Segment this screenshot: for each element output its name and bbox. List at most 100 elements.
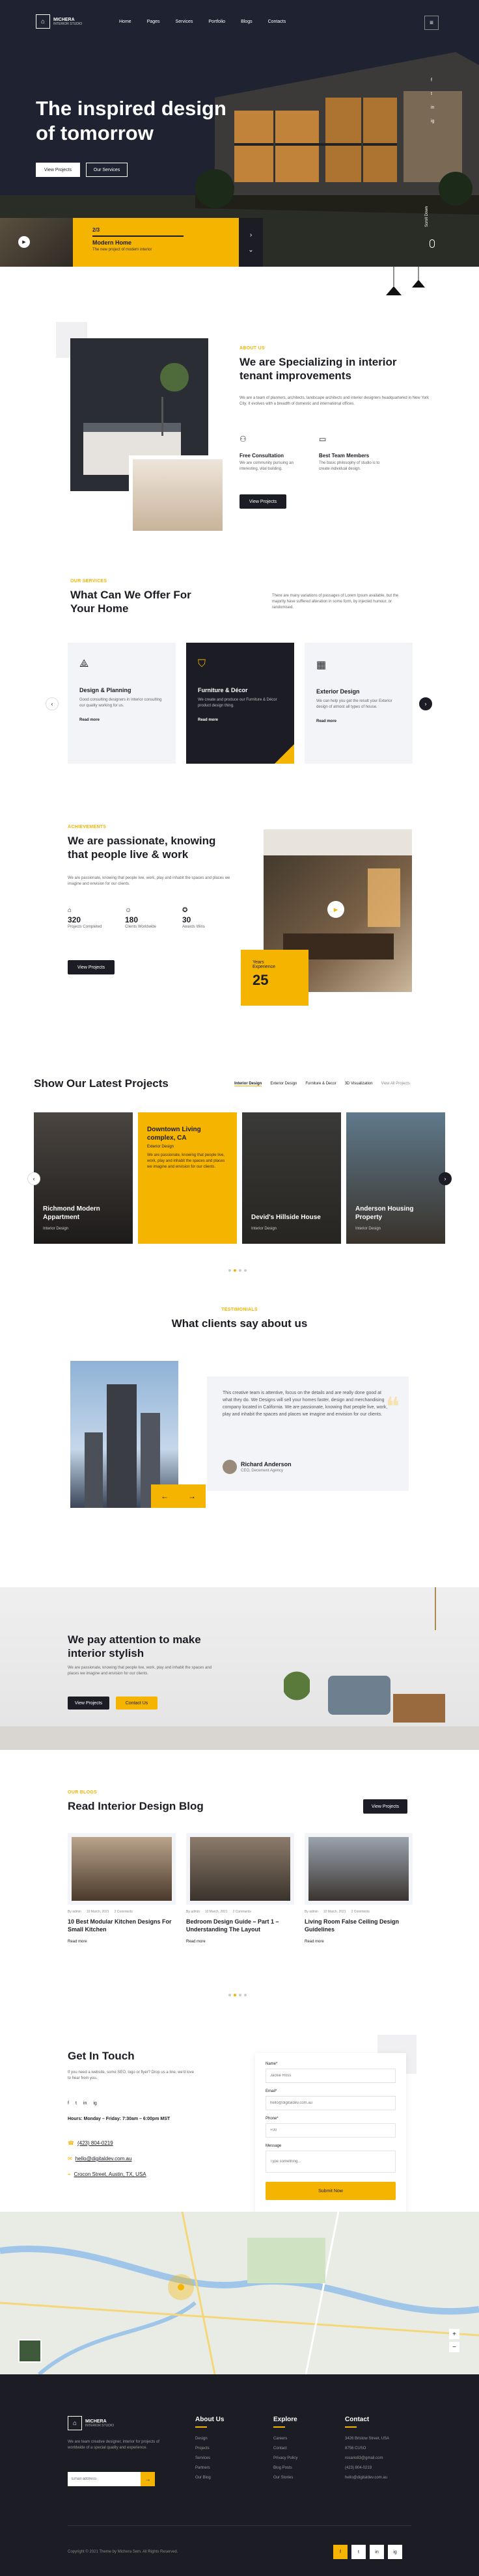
footer-link[interactable]: Our Blog (195, 2476, 211, 2480)
footer-link[interactable]: Privacy Policy (273, 2456, 297, 2460)
filter-3d[interactable]: 3D Visualization (345, 1082, 373, 1086)
projects-prev-button[interactable]: ‹ (27, 1172, 40, 1185)
footer-logo[interactable]: ⌂ MICHERA INTERIOR STUDIO (68, 2416, 114, 2430)
hero-slide-thumbnail[interactable]: ▶ (0, 218, 73, 267)
service-card-link[interactable]: Read more (316, 719, 401, 723)
service-card-link[interactable]: Read more (198, 718, 282, 722)
footer-link[interactable]: Services (195, 2456, 211, 2460)
footer-link[interactable]: Careers (273, 2437, 297, 2441)
footer-link[interactable]: Design (195, 2437, 211, 2441)
project-sub: Interior Design (251, 1227, 277, 1231)
footer-contact-line[interactable]: rosario83@gmail.com (345, 2456, 389, 2460)
service-card-furniture[interactable]: ⛉ Furniture & Décor We create and produc… (186, 643, 294, 764)
about-view-projects-button[interactable]: View Projects (240, 494, 286, 509)
filter-view-all[interactable]: View All Projects (381, 1082, 410, 1086)
phone-input[interactable] (266, 2123, 396, 2138)
filter-exterior[interactable]: Exterior Design (270, 1082, 297, 1086)
attention-contact-button[interactable]: Contact Us (116, 1697, 157, 1710)
contact-address[interactable]: ⌖ Crocon Street, Austin, TX, USA (68, 2171, 146, 2178)
footer-contact-line[interactable]: (423) 804-0219 (345, 2466, 389, 2470)
hero-our-services-button[interactable]: Our Services (86, 163, 128, 177)
service-card-exterior[interactable]: ▦ Exterior Design We can help you get th… (305, 643, 413, 764)
service-card-link[interactable]: Read more (79, 718, 164, 722)
blog-card[interactable]: By admin 10 March, 2021 2 Comments 10 Be… (68, 1833, 176, 1971)
testimonial-next-icon[interactable]: → (188, 1492, 196, 1501)
project-card[interactable]: Richmond Modern Appartment Interior Desi… (34, 1112, 133, 1244)
filter-interior[interactable]: Interior Design (234, 1082, 262, 1086)
passion-view-projects-button[interactable]: View Projects (68, 960, 115, 974)
projects-next-button[interactable]: › (439, 1172, 452, 1185)
blog-card[interactable]: By admin 10 March, 2021 2 Comments Bedro… (186, 1833, 294, 1971)
filter-furniture[interactable]: Furniture & Decor (305, 1082, 336, 1086)
map-zoom-out-icon[interactable]: − (449, 2342, 459, 2352)
name-input[interactable] (266, 2069, 396, 2083)
blog-sub: OUR BLOGS (68, 1790, 98, 1795)
map-zoom-in-icon[interactable]: + (449, 2329, 459, 2339)
testimonial-prev-icon[interactable]: ← (161, 1492, 169, 1501)
linkedin-icon[interactable]: in (431, 105, 434, 110)
linkedin-icon[interactable]: in (370, 2545, 384, 2559)
projects-pagination[interactable] (227, 1263, 248, 1275)
nav-pages[interactable]: Pages (147, 20, 160, 24)
services-prev-button[interactable]: ‹ (46, 697, 59, 710)
blog-post-title[interactable]: Living Room False Ceiling Design Guideli… (305, 1918, 413, 1933)
attention-title: We pay attention to make interior stylis… (68, 1633, 201, 1659)
passion-play-icon[interactable]: ▶ (327, 901, 344, 918)
instagram-icon[interactable]: ig (388, 2545, 402, 2559)
twitter-icon[interactable]: t (431, 92, 434, 96)
footer-link[interactable]: Contact (273, 2447, 297, 2450)
nav-services[interactable]: Services (176, 20, 193, 24)
map-satellite-toggle[interactable] (18, 2339, 42, 2363)
blog-read-more[interactable]: Read more (68, 1940, 176, 1944)
twitter-icon[interactable]: t (351, 2545, 366, 2559)
down-arrow-icon[interactable]: ⌄ (248, 247, 253, 254)
twitter-icon[interactable]: t (75, 2101, 77, 2106)
project-card[interactable]: Devid's Hillside House Interior Design (242, 1112, 341, 1244)
footer-link[interactable]: Partners (195, 2466, 211, 2470)
logo[interactable]: ⌂ MICHERA INTERIOR STUDIO (36, 14, 82, 29)
service-card-design[interactable]: ⟁ Design & Planning Good consulting desi… (68, 643, 176, 764)
facebook-icon[interactable]: f (431, 78, 434, 83)
blog-post-title[interactable]: 10 Best Modular Kitchen Designs For Smal… (68, 1918, 176, 1933)
submit-button[interactable]: Submit Now (266, 2182, 396, 2200)
footer-link[interactable]: Projects (195, 2447, 211, 2450)
nav-blogs[interactable]: Blogs (241, 20, 253, 24)
services-next-button[interactable]: › (419, 697, 432, 710)
blog-view-projects-button[interactable]: View Projects (363, 1799, 407, 1814)
footer-link[interactable]: Blog Posts (273, 2466, 297, 2470)
scroll-down-label[interactable]: Scroll Down (425, 206, 429, 227)
nav-contacts[interactable]: Contacts (268, 20, 286, 24)
facebook-icon[interactable]: f (333, 2545, 348, 2559)
contact-phone[interactable]: ☎ (423) 804-0219 (68, 2140, 113, 2146)
email-input[interactable] (266, 2096, 396, 2110)
contact-email[interactable]: ✉ hello@digitaldev.com.au (68, 2156, 131, 2162)
blog-card[interactable]: By admin 10 March, 2021 2 Comments Livin… (305, 1833, 413, 1971)
facebook-icon[interactable]: f (68, 2101, 69, 2106)
instagram-icon[interactable]: ig (93, 2101, 96, 2106)
testimonial-name: Richard Anderson (241, 1461, 292, 1468)
footer-send-button[interactable]: → (141, 2472, 155, 2486)
nav-home[interactable]: Home (119, 20, 131, 24)
footer-email-input[interactable] (68, 2472, 141, 2486)
attention-view-projects-button[interactable]: View Projects (68, 1697, 109, 1710)
map-marker-icon[interactable] (168, 2274, 194, 2300)
footer-link[interactable]: Our Stories (273, 2476, 297, 2480)
blog-read-more[interactable]: Read more (186, 1940, 294, 1944)
hero-view-projects-button[interactable]: View Projects (36, 163, 80, 177)
menu-icon[interactable]: ≡ (424, 16, 439, 30)
linkedin-icon[interactable]: in (83, 2101, 87, 2106)
instagram-icon[interactable]: ig (431, 119, 434, 124)
footer-contact-line[interactable]: hello@digitaldev.com.au (345, 2476, 389, 2480)
blog-post-title[interactable]: Bedroom Design Guide – Part 1 – Understa… (186, 1918, 294, 1933)
play-icon[interactable]: ▶ (18, 236, 30, 248)
project-sub: Exterior Design (147, 1145, 174, 1149)
next-arrow-icon[interactable]: › (250, 232, 252, 239)
blog-pagination[interactable] (227, 1988, 248, 2000)
nav-portfolio[interactable]: Portfolio (208, 20, 225, 24)
message-input[interactable] (266, 2151, 396, 2173)
map[interactable]: + − (0, 2212, 479, 2374)
project-card-active[interactable]: Downtown Living complex, CA Exterior Des… (138, 1112, 237, 1244)
project-card[interactable]: Anderson Housing Property Interior Desig… (346, 1112, 445, 1244)
stat-label: Clients Worldwide (125, 925, 156, 929)
blog-read-more[interactable]: Read more (305, 1940, 413, 1944)
